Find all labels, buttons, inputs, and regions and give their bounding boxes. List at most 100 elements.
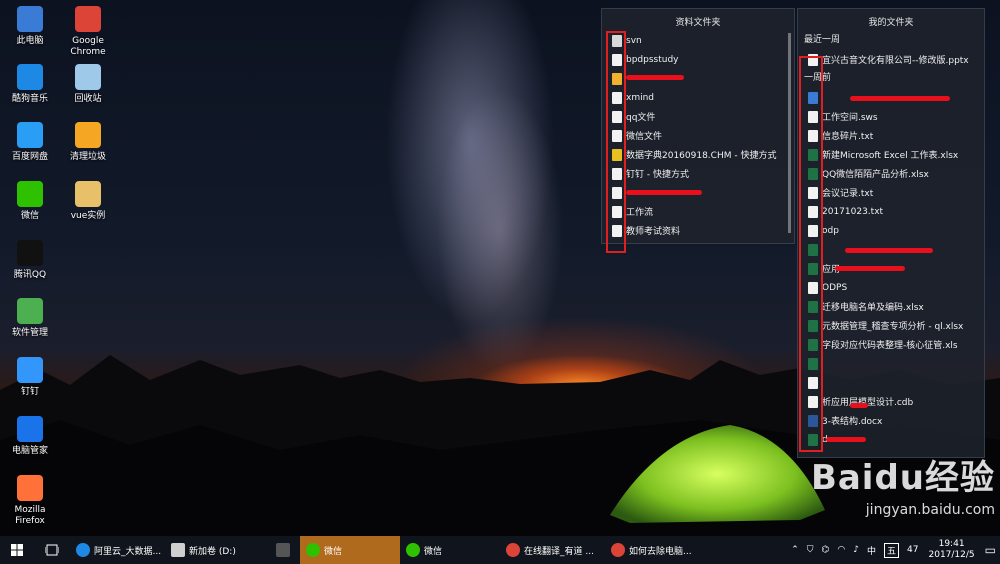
jumplist-item[interactable]: 新建Microsoft Excel 工作表.xlsx	[798, 145, 984, 164]
desktop-shortcut[interactable]: 电脑管家	[0, 416, 60, 457]
jumplist-item[interactable]: 元数据管理_稽查专项分析 - ql.xlsx	[798, 316, 984, 335]
redaction-scribble	[626, 75, 684, 80]
system-tray: ⌃ ⛉ ⌬ ◠ ♪ 中 五 47 19:41 2017/12/5 ▭	[787, 536, 1000, 564]
wifi-icon[interactable]: ◠	[837, 545, 845, 555]
jumplist-item-label: 新建Microsoft Excel 工作表.xlsx	[822, 151, 959, 161]
calculator-icon	[276, 543, 290, 557]
jumplist-item[interactable]: 微信文件	[602, 126, 794, 145]
jumplist-item[interactable]	[798, 373, 984, 392]
taskbar-apps: 阿里云_大数据... 新加卷 (D:) 微信 微信 在线翻译_有道 ... 如何去除电脑.…	[70, 536, 710, 564]
desktop-shortcut[interactable]: vue实例	[58, 181, 118, 222]
jumplist-item[interactable]: 信息碎片.txt	[798, 126, 984, 145]
desktop-shortcut[interactable]: 此电脑	[0, 6, 60, 47]
desktop-shortcut[interactable]: Google Chrome	[58, 6, 118, 58]
desktop-shortcut[interactable]: 微信	[0, 181, 60, 222]
jumplist-item[interactable]: 会议记录.txt	[798, 183, 984, 202]
jumplist-item[interactable]: 宜兴古音文化有限公司--修改版.pptx	[798, 50, 984, 69]
desktop-shortcut-label: 电脑管家	[11, 446, 48, 456]
annotation-box-left	[606, 31, 626, 253]
section-header-older: 一周前	[804, 73, 832, 83]
clock-time: 19:41	[938, 539, 965, 549]
task-view-button[interactable]	[34, 536, 70, 564]
jumplist-item-label: xmind	[626, 92, 655, 103]
jumplist-item[interactable]: 3-表结构.docx	[798, 411, 984, 430]
taskbar-button[interactable]: 微信	[300, 536, 400, 564]
clock[interactable]: 19:41 2017/12/5	[929, 539, 975, 561]
computer-icon	[17, 6, 43, 32]
redaction-scribble	[845, 248, 933, 253]
desktop-shortcut[interactable]: 软件管理	[0, 298, 60, 339]
jumplist-item[interactable]: 迁移电脑名单及编码.xlsx	[798, 297, 984, 316]
wechat-icon	[306, 543, 320, 557]
taskbar-button[interactable]: 在线翻译_有道 ...	[500, 536, 605, 564]
desktop-shortcut-label: 酷狗音乐	[11, 94, 48, 104]
desktop-shortcut-label: 清理垃圾	[69, 152, 106, 162]
ime-mode[interactable]: 五	[884, 542, 900, 558]
jumplist-item[interactable]: 工作流	[602, 202, 794, 221]
taskbar-button[interactable]	[270, 536, 300, 564]
scrollbar[interactable]	[788, 33, 791, 233]
wechat-icon	[17, 181, 43, 207]
jumplist-item-label: 钉钉 - 快捷方式	[626, 170, 689, 180]
jumplist-item-label: 会议记录.txt	[822, 189, 874, 199]
windows-logo-icon	[11, 544, 23, 556]
jumplist-item[interactable]: 工作空间.sws	[798, 107, 984, 126]
jumplist-item[interactable]: QQ微信陌陌产品分析.xlsx	[798, 164, 984, 183]
desktop-shortcut[interactable]: 腾讯QQ	[0, 240, 60, 281]
jumplist-item-label: 工作空间.sws	[822, 113, 878, 123]
jumplist-item-label: 迁移电脑名单及编码.xlsx	[822, 303, 924, 313]
jumplist-item[interactable]: 数据字典20160918.CHM - 快捷方式	[602, 145, 794, 164]
software-manager-icon	[17, 298, 43, 324]
shield-icon[interactable]: ⛉	[807, 545, 814, 555]
jumplist-item[interactable]: 20171023.txt	[798, 202, 984, 221]
chrome-icon	[611, 543, 625, 557]
jumplist-item[interactable]: odp	[798, 221, 984, 240]
volume-icon[interactable]: ♪	[853, 545, 859, 555]
jumplist-item[interactable]: xmind	[602, 88, 794, 107]
jumplist-item[interactable]	[798, 354, 984, 373]
desktop-shortcut-label: 微信	[20, 211, 39, 221]
jumplist-item-label: 宜兴古音文化有限公司--修改版.pptx	[822, 56, 969, 66]
taskbar-button[interactable]: 如何去除电脑...	[605, 536, 710, 564]
jumplist-item-label: 20171023.txt	[822, 206, 884, 217]
jumplist-item-label: 数据字典20160918.CHM - 快捷方式	[626, 151, 777, 161]
desktop-shortcut[interactable]: Mozilla Firefox	[0, 475, 60, 527]
jumplist-item-label: 字段对应代码表整理-核心征管.xls	[822, 341, 958, 351]
desktop-shortcut-label: vue实例	[70, 211, 106, 221]
jumplist-item[interactable]: svn	[602, 31, 794, 50]
notification-count-badge[interactable]: 47	[907, 545, 918, 555]
jumplist-item[interactable]: bpdpsstudy	[602, 50, 794, 69]
jumplist-item[interactable]: 钉钉 - 快捷方式	[602, 164, 794, 183]
recycle-bin-icon	[75, 64, 101, 90]
taskbar: 阿里云_大数据... 新加卷 (D:) 微信 微信 在线翻译_有道 ... 如何去除电脑.…	[0, 536, 1000, 564]
jumplist-item-label: svn	[626, 35, 642, 46]
jumplist-item[interactable]: qq文件	[602, 107, 794, 126]
desktop-shortcut-label: 钉钉	[20, 387, 39, 397]
jumplist-item[interactable]: 字段对应代码表整理-核心征管.xls	[798, 335, 984, 354]
watermark-url: jingyan.baidu.com	[865, 502, 995, 518]
jumplist-item[interactable]: 教师考试资料	[602, 221, 794, 240]
redaction-scribble	[835, 266, 905, 271]
network-icon[interactable]: ⌬	[822, 545, 830, 555]
desktop-shortcut[interactable]: 酷狗音乐	[0, 64, 60, 105]
taskbar-button[interactable]: 新加卷 (D:)	[165, 536, 270, 564]
redaction-scribble	[850, 96, 950, 101]
taskbar-button[interactable]: 微信	[400, 536, 500, 564]
start-button[interactable]	[0, 536, 34, 564]
panel-title: 我的文件夹	[868, 18, 914, 28]
desktop-shortcut[interactable]: 回收站	[58, 64, 118, 105]
ime-language[interactable]: 中	[867, 544, 876, 557]
taskbar-button[interactable]: 阿里云_大数据...	[70, 536, 165, 564]
desktop-shortcut[interactable]: 清理垃圾	[58, 122, 118, 163]
desktop-shortcut[interactable]: 百度网盘	[0, 122, 60, 163]
action-center-icon[interactable]: ▭	[985, 543, 996, 557]
jumplist-item-label: 微信文件	[626, 132, 663, 142]
jumplist-item-label: 信息碎片.txt	[822, 132, 874, 142]
jumplist-item-label: 3-表结构.docx	[822, 417, 883, 427]
chevron-up-icon[interactable]: ⌃	[791, 545, 799, 555]
jumplist-item[interactable]: ODPS	[798, 278, 984, 297]
desktop-shortcut[interactable]: 钉钉	[0, 357, 60, 398]
edge-icon	[76, 543, 90, 557]
jumplist-item[interactable]: 析应用层模型设计.cdb	[798, 392, 984, 411]
baidu-netdisk-icon	[17, 122, 43, 148]
